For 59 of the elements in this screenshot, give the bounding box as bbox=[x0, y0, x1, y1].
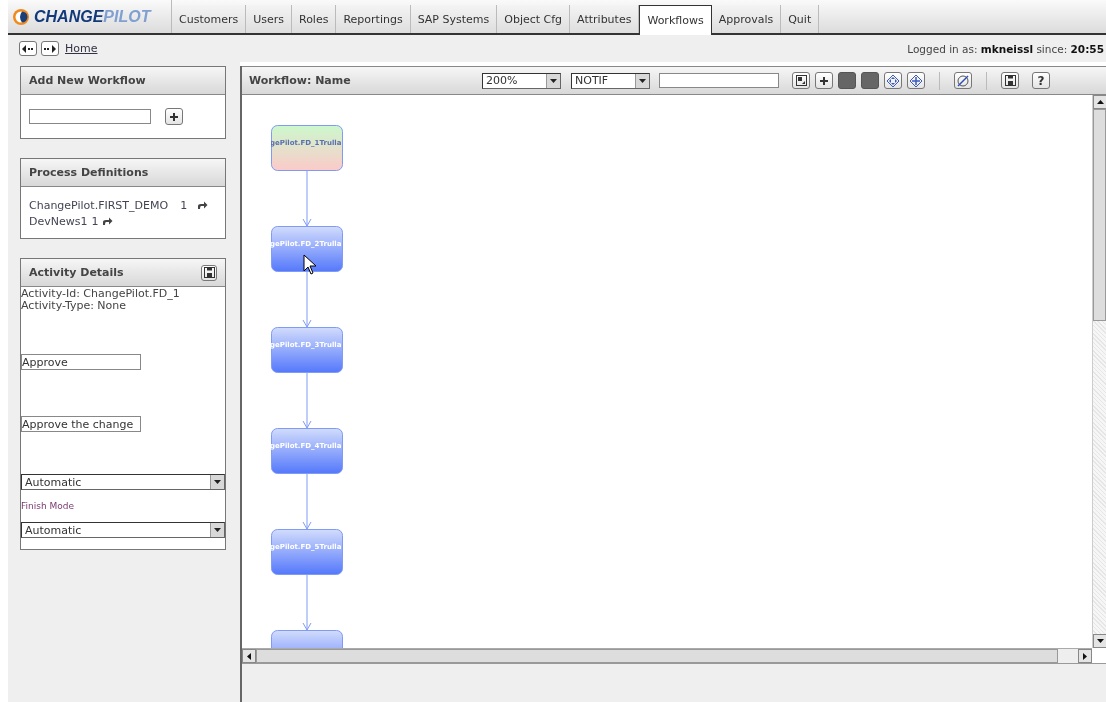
process-name[interactable]: ChangePilot.FIRST_DEMO bbox=[29, 199, 169, 212]
activity-description-field[interactable]: Approve the change bbox=[21, 416, 141, 432]
tool-button[interactable] bbox=[838, 72, 856, 89]
workflow-name-field[interactable] bbox=[29, 109, 151, 124]
redirect-arrow-icon[interactable] bbox=[102, 217, 114, 226]
back-arrow-icon bbox=[21, 43, 35, 54]
back-button[interactable] bbox=[19, 41, 37, 56]
help-button[interactable]: ? bbox=[1032, 72, 1050, 89]
start-mode-select[interactable]: Automatic bbox=[21, 474, 225, 490]
connector-arrow bbox=[302, 473, 312, 530]
scroll-up-icon bbox=[1096, 100, 1104, 104]
finish-mode-select[interactable]: Automatic bbox=[21, 522, 225, 538]
process-version: 1 bbox=[180, 199, 188, 212]
process-version: 1 bbox=[91, 215, 99, 228]
panel-title: Add New Workflow bbox=[29, 74, 146, 87]
scroll-down-icon bbox=[1096, 639, 1104, 643]
plus-icon bbox=[819, 75, 829, 86]
panel-title: Activity Details bbox=[29, 266, 124, 279]
connector-arrow bbox=[302, 372, 312, 429]
forward-button[interactable] bbox=[41, 41, 59, 56]
nav-tab[interactable]: Workflows bbox=[639, 5, 712, 35]
scroll-left-icon bbox=[247, 652, 251, 660]
process-name[interactable]: DevNews1 bbox=[29, 215, 88, 228]
workflow-title: Workflow: Name bbox=[249, 74, 352, 87]
caret-icon bbox=[639, 78, 646, 83]
save-button[interactable] bbox=[201, 264, 217, 281]
activity-type: Activity-Type: None bbox=[21, 300, 127, 312]
save-button[interactable] bbox=[1001, 72, 1019, 89]
session-info: Logged in as: mkneissl since: 20:55 bbox=[907, 42, 1104, 55]
vertical-scrollbar[interactable] bbox=[1092, 95, 1106, 648]
scroll-right-icon bbox=[1083, 652, 1087, 660]
caret-icon bbox=[214, 528, 221, 532]
cursor-icon bbox=[303, 254, 317, 275]
panel-title: Process Definitions bbox=[29, 166, 149, 179]
connector-arrow bbox=[302, 574, 312, 631]
connector-arrow bbox=[302, 170, 312, 227]
home-link[interactable]: Home bbox=[65, 42, 98, 55]
search-field[interactable] bbox=[659, 73, 779, 88]
tool-button[interactable] bbox=[861, 72, 879, 89]
plus-icon bbox=[169, 111, 179, 122]
logo-text: CHANGEPILOT bbox=[34, 7, 151, 26]
horizontal-scrollbar[interactable] bbox=[242, 648, 1092, 663]
activity-name-field[interactable]: Approve bbox=[21, 354, 141, 370]
finish-mode-label: Finish Mode bbox=[21, 501, 74, 511]
workflow-node[interactable] bbox=[271, 630, 343, 648]
expand-button[interactable] bbox=[884, 72, 902, 89]
caret-icon bbox=[214, 480, 221, 484]
caret-icon bbox=[550, 78, 557, 83]
add-button[interactable] bbox=[165, 108, 183, 125]
activity-id: Activity-Id: ChangePilot.FD_1 bbox=[21, 288, 180, 300]
forward-arrow-icon bbox=[43, 43, 57, 54]
zoom-select[interactable]: 200% bbox=[482, 72, 561, 89]
logo-icon bbox=[12, 7, 30, 26]
center-button[interactable] bbox=[907, 72, 925, 89]
connector-arrow bbox=[302, 271, 312, 328]
redirect-arrow-icon[interactable] bbox=[197, 201, 209, 210]
fit-button[interactable] bbox=[792, 72, 810, 89]
add-node-button[interactable] bbox=[815, 72, 833, 89]
filter-select[interactable]: NOTIF bbox=[571, 72, 650, 89]
